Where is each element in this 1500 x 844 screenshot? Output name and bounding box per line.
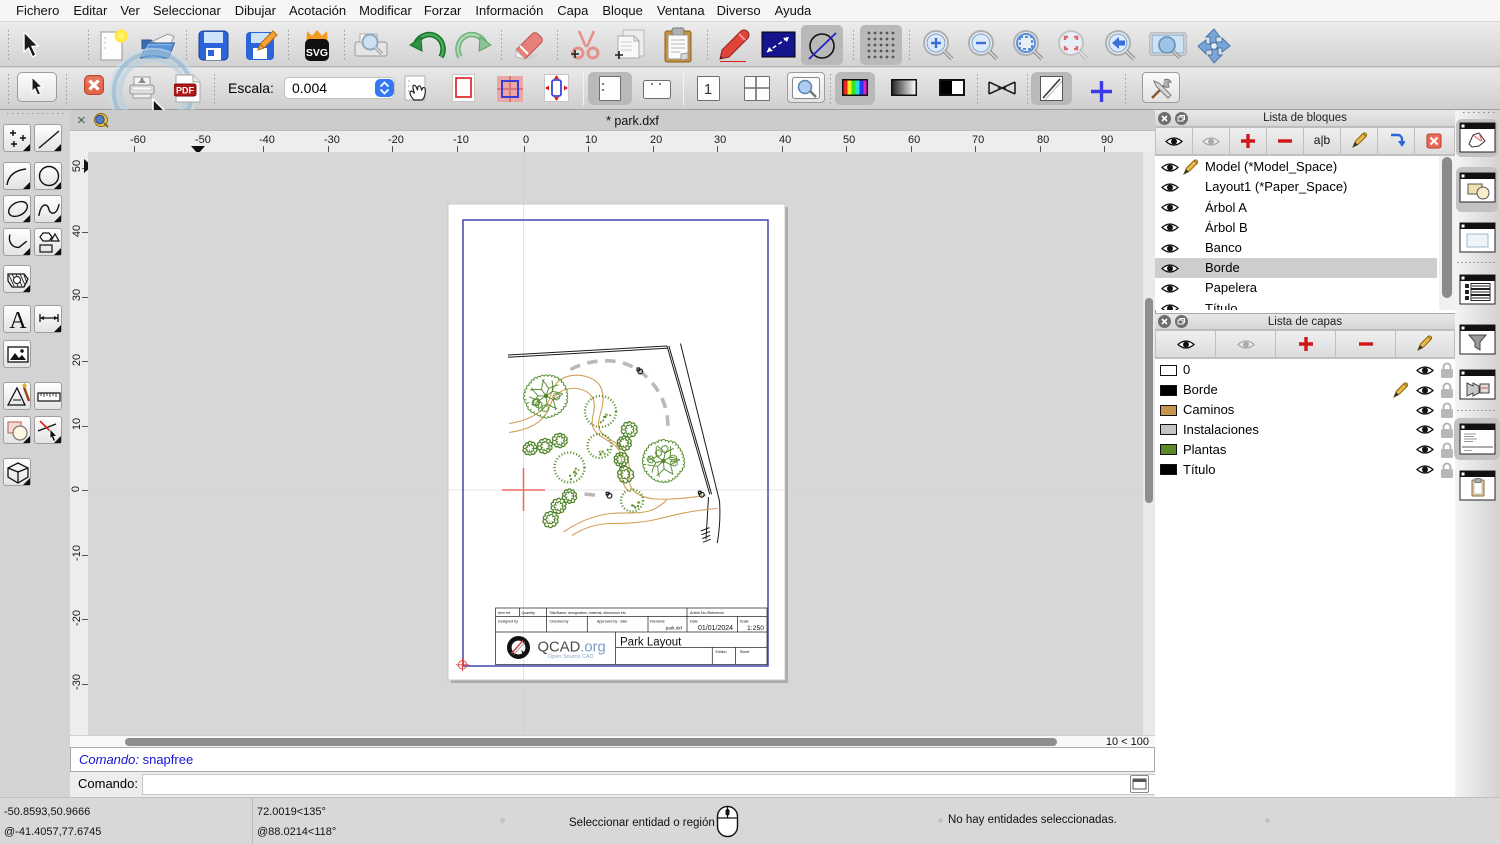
svg-text:Park Layout: Park Layout — [620, 637, 682, 649]
svg-text:1:250: 1:250 — [747, 625, 764, 632]
svg-text:Approved by - date: Approved by - date — [597, 619, 627, 623]
svg-text:Edition: Edition — [716, 650, 727, 654]
svg-text:park.dxf: park.dxf — [666, 626, 683, 631]
svg-text:Quantity: Quantity — [522, 611, 536, 615]
svg-text:Scale: Scale — [740, 619, 749, 623]
svg-text:Date: Date — [690, 619, 698, 623]
svg-text:Sheet: Sheet — [740, 650, 749, 654]
svg-text:PDF: PDF — [176, 86, 195, 96]
svg-text:Open Source CAD: Open Source CAD — [548, 654, 594, 660]
svg-text:Checked by: Checked by — [550, 619, 569, 623]
svg-text:A: A — [9, 308, 27, 334]
svg-text:Article No./Reference: Article No./Reference — [690, 611, 724, 615]
svg-text:Designed by: Designed by — [498, 619, 518, 623]
svg-text:1: 1 — [704, 81, 712, 98]
svg-text:Filename: Filename — [650, 619, 665, 623]
svg-text:Title/Name, designation, mater: Title/Name, designation, material, dimen… — [549, 611, 627, 615]
svg-text:01/01/2024: 01/01/2024 — [698, 625, 733, 632]
svg-text:Item ref.: Item ref. — [498, 611, 511, 615]
